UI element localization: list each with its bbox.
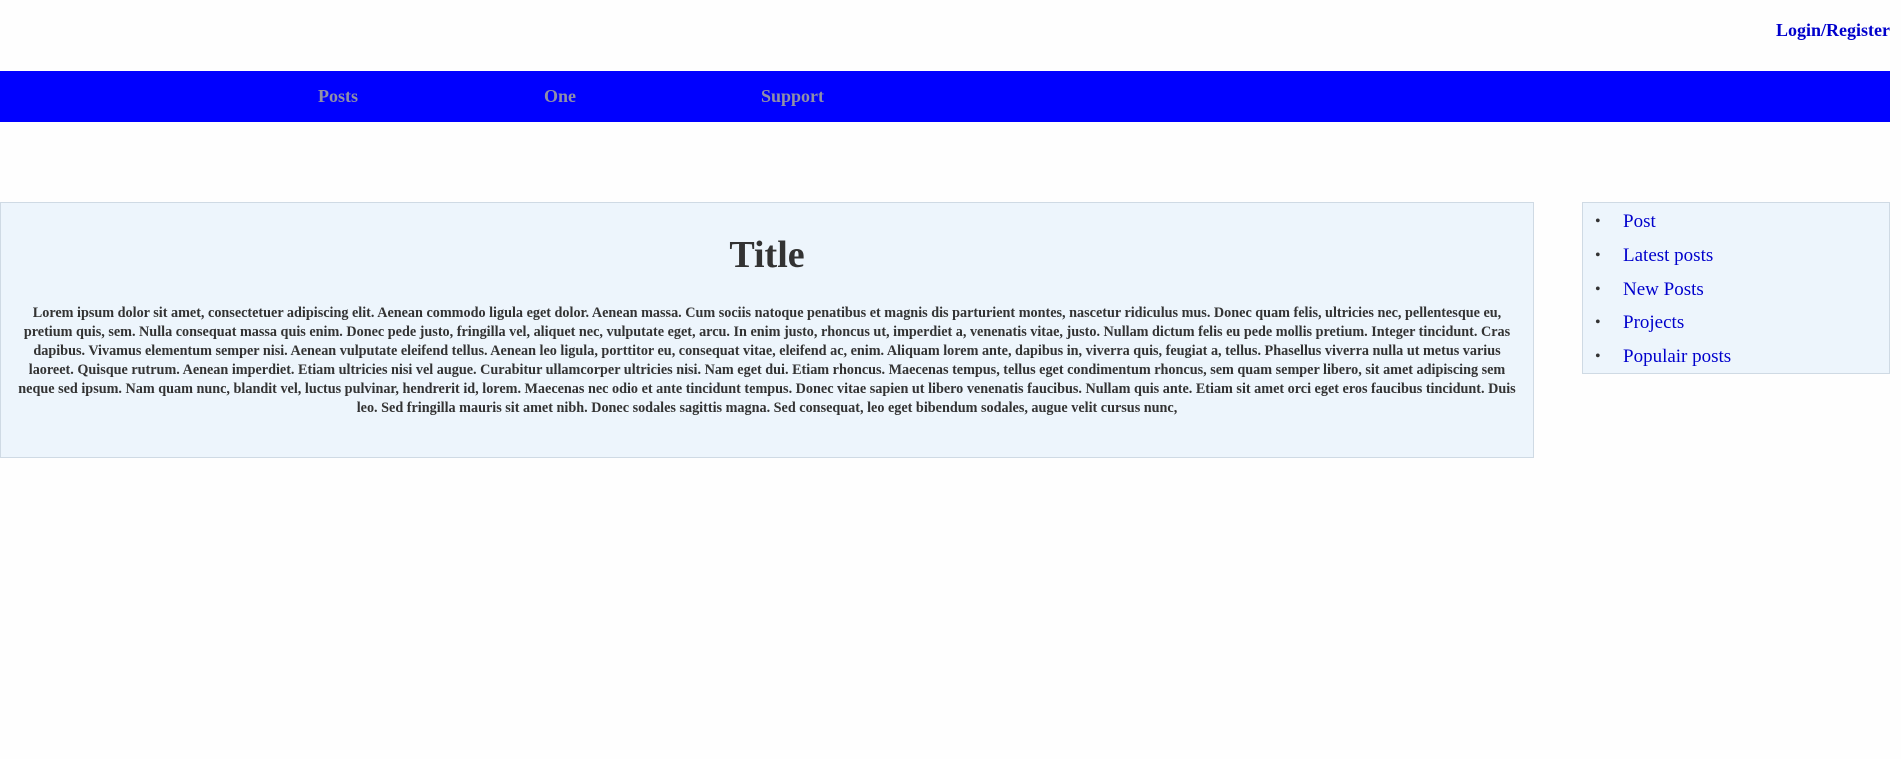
- main-navbar: Posts One Support: [0, 71, 1890, 122]
- bullet-icon: •: [1595, 348, 1601, 365]
- sidebar-link-projects[interactable]: Projects: [1623, 311, 1684, 335]
- nav-item-support[interactable]: Support: [761, 86, 824, 107]
- article-panel: Title Lorem ipsum dolor sit amet, consec…: [0, 202, 1534, 458]
- sidebar-link-new-posts[interactable]: New Posts: [1623, 278, 1704, 302]
- sidebar-link-post[interactable]: Post: [1623, 210, 1656, 234]
- bullet-icon: •: [1595, 314, 1601, 331]
- bullet-icon: •: [1595, 281, 1601, 298]
- nav-item-one[interactable]: One: [544, 86, 576, 107]
- login-register-link[interactable]: Login/Register: [1776, 20, 1890, 41]
- bullet-icon: •: [1595, 247, 1601, 264]
- sidebar-link-populair-posts[interactable]: Populair posts: [1623, 345, 1731, 369]
- article-title: Title: [729, 234, 805, 276]
- sidebar-link-latest-posts[interactable]: Latest posts: [1623, 244, 1713, 268]
- article-body: Lorem ipsum dolor sit amet, consectetuer…: [18, 305, 1516, 416]
- sidebar-panel: • Post • Latest posts • New Posts • Proj…: [1582, 202, 1890, 374]
- nav-item-posts[interactable]: Posts: [318, 86, 358, 107]
- bullet-icon: •: [1595, 213, 1601, 230]
